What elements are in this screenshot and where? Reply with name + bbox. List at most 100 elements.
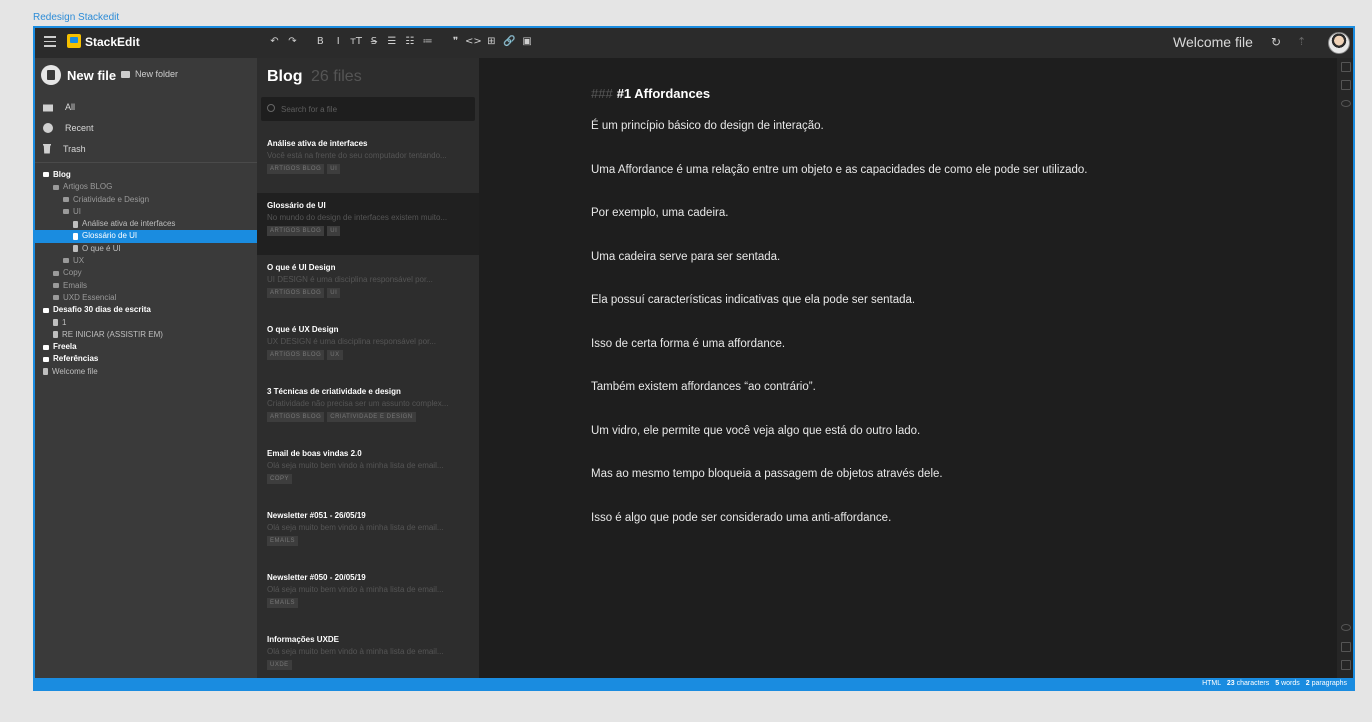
file-list-header: Blog 26 files xyxy=(267,68,362,86)
file-name: Informações UXDE xyxy=(267,635,340,644)
tag-badge[interactable]: UI xyxy=(327,226,341,236)
tree-folder[interactable]: UI xyxy=(35,206,257,218)
scroll-sync-icon[interactable] xyxy=(1341,624,1351,631)
tree-folder[interactable]: Desafio 30 dias de escrita xyxy=(35,304,257,316)
tree-file[interactable]: 1 xyxy=(35,317,257,329)
tree-item-label: Glossário de UI xyxy=(82,231,138,241)
file-name: Newsletter #051 - 26/05/19 xyxy=(267,511,366,520)
sync-icon[interactable]: ↻ xyxy=(1271,35,1281,49)
quote-icon[interactable]: ❞ xyxy=(447,34,464,50)
user-avatar[interactable] xyxy=(1328,32,1350,54)
tag-badge[interactable]: CRIATIVIDADE E DESIGN xyxy=(327,412,416,422)
editor-content[interactable]: ### #1 Affordances É um princípio básico … xyxy=(591,86,1331,555)
tree-file[interactable]: Análise ativa de interfaces xyxy=(35,218,257,230)
tag-badge[interactable]: UI xyxy=(327,288,341,298)
tag-badge[interactable]: ARTIGOS BLOG xyxy=(267,412,325,422)
inbox-icon xyxy=(43,104,53,112)
tag-badge[interactable]: ARTIGOS BLOG xyxy=(267,226,325,236)
current-file-title[interactable]: Welcome file xyxy=(1173,34,1253,50)
status-bar-toggle-icon[interactable] xyxy=(1341,660,1351,670)
folder-title: Blog xyxy=(267,68,303,85)
preview-toggle-icon[interactable] xyxy=(1341,62,1351,72)
tag-badge[interactable]: ARTIGOS BLOG xyxy=(267,288,325,298)
editor-paragraph: Também existem affordances “ao contrário… xyxy=(591,381,816,393)
tag-badge[interactable]: UI xyxy=(327,164,341,174)
tree-folder[interactable]: Copy xyxy=(35,267,257,279)
tree-folder[interactable]: Freela xyxy=(35,341,257,353)
new-file-icon xyxy=(41,65,61,85)
navigation-bar-icon[interactable] xyxy=(1341,642,1351,652)
tree-folder[interactable]: UXD Essencial xyxy=(35,292,257,304)
tree-item-label: UI xyxy=(73,206,81,216)
tree-folder[interactable]: UX xyxy=(35,255,257,267)
editor-paragraph: Isso é algo que pode ser considerado uma… xyxy=(591,511,892,524)
new-file-button[interactable]: New file xyxy=(41,65,116,85)
unordered-list-icon[interactable]: ☰ xyxy=(383,34,400,50)
publish-icon[interactable]: ⇡ xyxy=(1297,35,1306,48)
split-view-icon[interactable] xyxy=(1341,80,1351,90)
tree-item-label: Copy xyxy=(63,268,82,278)
sidebar-item-all[interactable]: All xyxy=(43,96,94,117)
file-icon xyxy=(53,331,58,339)
tree-folder[interactable]: Emails xyxy=(35,280,257,292)
file-name: Newsletter #050 - 20/05/19 xyxy=(267,573,366,582)
image-icon[interactable]: ▣ xyxy=(519,34,536,50)
tag-badge[interactable]: EMAILS xyxy=(267,536,299,546)
link-icon[interactable]: 🔗 xyxy=(501,34,518,50)
sidebar-item-recent[interactable]: Recent xyxy=(43,117,94,138)
table-icon[interactable]: ⊞ xyxy=(483,34,500,50)
tag-badge[interactable]: COPY xyxy=(267,474,293,484)
sidebar-nav: All Recent Trash xyxy=(43,96,94,159)
tree-folder[interactable]: Referências xyxy=(35,353,257,365)
paragraphs-count: 2 xyxy=(1305,680,1310,687)
file-list-item[interactable]: O que é UX Design UX DESIGN é uma discipl… xyxy=(257,317,479,379)
tree-file[interactable]: O que é UI xyxy=(35,243,257,255)
tree-file[interactable]: Glossário de UI xyxy=(35,230,257,243)
file-list-item[interactable]: Newsletter #051 - 26/05/19 Olá seja muito… xyxy=(257,503,479,565)
tag-badge[interactable]: UX xyxy=(327,350,343,360)
menu-icon[interactable] xyxy=(44,36,56,48)
editor-paragraph: Uma cadeira serve para ser sentada. xyxy=(591,250,781,263)
words-count: 5 xyxy=(1275,680,1280,687)
sidebar-item-trash[interactable]: Trash xyxy=(43,138,94,159)
file-list-item[interactable]: 3 Técnicas de criatividade e design Criat… xyxy=(257,379,479,441)
file-name: O que é UI Design xyxy=(267,263,336,272)
file-list-item[interactable]: Newsletter #050 - 20/05/19 Olá seja muito… xyxy=(257,565,479,627)
file-search-box xyxy=(261,97,475,121)
strikethrough-icon[interactable]: S̶ xyxy=(365,34,382,50)
file-list-item[interactable]: Glossário de UI No mundo do design de int… xyxy=(257,193,479,255)
file-search-input[interactable] xyxy=(281,102,467,116)
heading-icon[interactable]: ᴛT xyxy=(348,34,365,50)
tree-folder[interactable]: Criatividade e Design xyxy=(35,194,257,206)
markdown-editor[interactable]: ### #1 Affordances É um princípio básico … xyxy=(479,58,1337,678)
tree-file[interactable]: RE INICIAR (ASSISTIR EM) xyxy=(35,329,257,341)
italic-icon[interactable]: I xyxy=(330,34,347,50)
tree-folder[interactable]: Artigos BLOG xyxy=(35,181,257,193)
tag-badge[interactable]: ARTIGOS BLOG xyxy=(267,164,325,174)
file-list-item[interactable]: Informações UXDE Olá seja muito bem vindo… xyxy=(257,627,479,678)
file-list-item[interactable]: O que é UI Design UI DESIGN é uma discipl… xyxy=(257,255,479,317)
tree-file[interactable]: Welcome file xyxy=(35,366,257,378)
tag-badge[interactable]: ARTIGOS BLOG xyxy=(267,350,325,360)
file-list-item[interactable]: Email de boas vindas 2.0 Olá seja muito b… xyxy=(257,441,479,503)
editor-paragraph: Um vidro, ele permite que você veja algo… xyxy=(591,424,921,437)
code-icon[interactable]: <> xyxy=(465,34,482,50)
tag-badge[interactable]: UXDE xyxy=(267,660,292,670)
new-folder-button[interactable]: New folder xyxy=(121,69,178,79)
file-snippet: No mundo do design de interfaces existem… xyxy=(267,213,448,222)
sidebar-divider xyxy=(35,162,257,163)
editor-paragraph: É um princípio básico do design de inter… xyxy=(591,120,824,132)
editor-paragraphs: É um princípio básico do design de inter… xyxy=(591,120,1331,555)
ordered-list-icon[interactable]: ☷ xyxy=(401,34,418,50)
file-list-item[interactable]: Análise ativa de interfaces Você está na … xyxy=(257,131,479,193)
undo-icon[interactable]: ↶ xyxy=(266,34,283,50)
tree-folder[interactable]: Blog xyxy=(35,169,257,181)
eye-icon[interactable] xyxy=(1341,100,1351,107)
stackedit-logo-icon xyxy=(67,34,81,48)
tag-badge[interactable]: EMAILS xyxy=(267,598,299,608)
words-label: words xyxy=(1281,680,1300,687)
bold-icon[interactable]: B xyxy=(312,34,329,50)
tree-item-label: Desafio 30 dias de escrita xyxy=(53,305,151,315)
redo-icon[interactable]: ↷ xyxy=(284,34,301,50)
checklist-icon[interactable]: ≔ xyxy=(419,34,436,50)
